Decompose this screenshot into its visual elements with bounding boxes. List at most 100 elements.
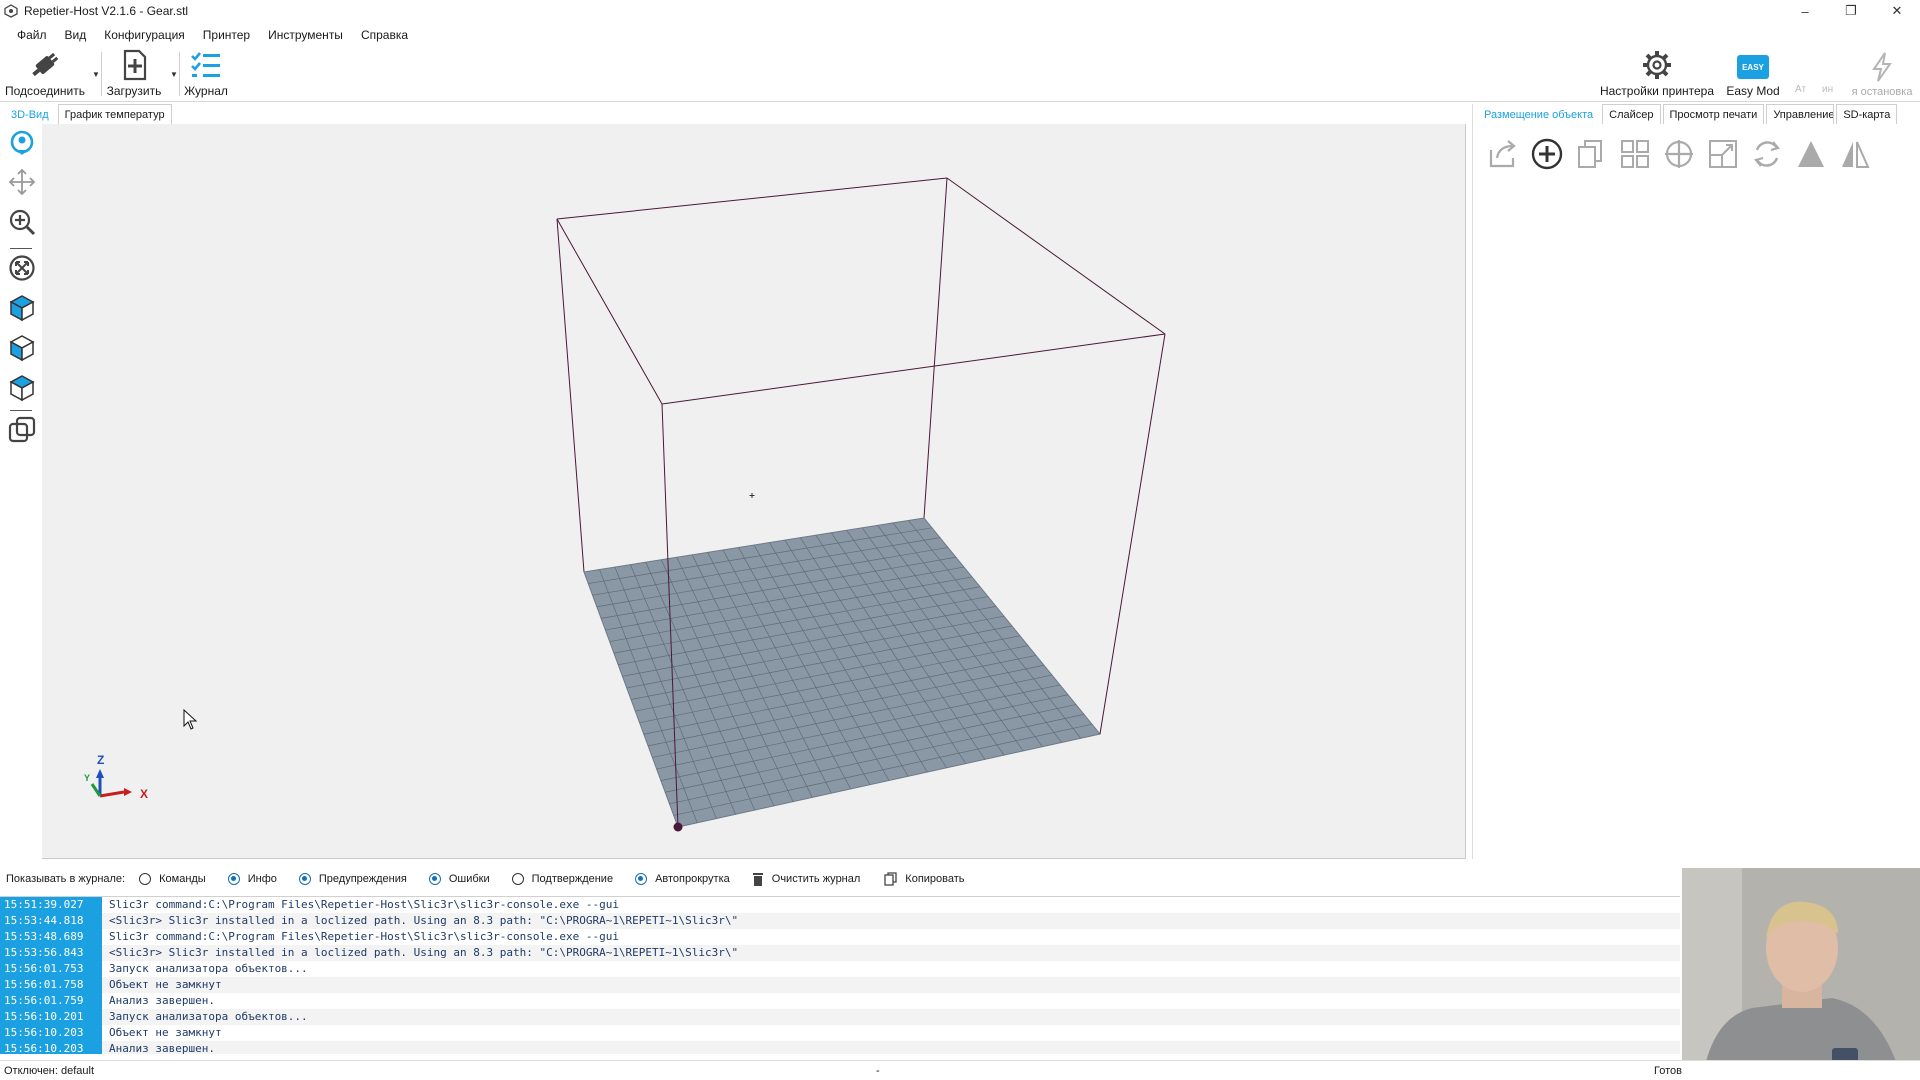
isometric-view-button[interactable] bbox=[6, 292, 38, 324]
move-view-button[interactable] bbox=[6, 166, 38, 198]
grid-icon bbox=[1621, 140, 1649, 168]
scale-icon bbox=[1709, 140, 1737, 168]
log-label: Журнал bbox=[184, 84, 228, 98]
rotate-arrows-icon bbox=[1754, 141, 1780, 167]
filter-errors[interactable]: Ошибки bbox=[428, 873, 490, 885]
status-middle: - bbox=[876, 1064, 880, 1077]
clear-log-button[interactable]: Очистить журнал bbox=[752, 872, 860, 886]
rotate-object-button[interactable] bbox=[1745, 132, 1789, 176]
connect-dropdown[interactable]: ▼ bbox=[92, 70, 100, 79]
filter-errors-toggle[interactable] bbox=[428, 873, 441, 885]
fit-view-button[interactable] bbox=[6, 252, 38, 284]
list-icon bbox=[191, 52, 220, 77]
printer-settings-button[interactable]: Настройки принтера bbox=[1598, 46, 1716, 102]
log-time: 15:56:01.758 bbox=[0, 977, 102, 993]
add-object-button[interactable] bbox=[1525, 132, 1569, 176]
restore-button[interactable]: ❐ bbox=[1828, 0, 1874, 22]
log-message: Запуск анализатора объектов... bbox=[109, 1010, 308, 1023]
log-row: 15:56:10.203 Объект не замкнут bbox=[0, 1025, 1680, 1041]
menu-file[interactable]: Файл bbox=[8, 28, 56, 42]
tab-manual-control[interactable]: Управление bbox=[1766, 104, 1835, 124]
scale-object-button[interactable] bbox=[1701, 132, 1745, 176]
tab-sd-card[interactable]: SD-карта bbox=[1836, 104, 1898, 124]
printer-settings-label: Настройки принтера bbox=[1599, 84, 1715, 98]
close-button[interactable]: ✕ bbox=[1874, 0, 1920, 22]
menu-help[interactable]: Справка bbox=[352, 28, 417, 42]
cut-object-button[interactable] bbox=[1789, 132, 1833, 176]
tab-slicer[interactable]: Слайсер bbox=[1602, 104, 1661, 124]
zoom-icon bbox=[9, 209, 36, 236]
mirror-object-button[interactable] bbox=[1833, 132, 1877, 176]
filter-commands-toggle[interactable] bbox=[139, 873, 152, 885]
right-tabs: Размещение объекта Слайсер Просмотр печа… bbox=[1477, 104, 1899, 124]
view-tabs: 3D-Вид График температур bbox=[4, 104, 174, 124]
copy-icon bbox=[1578, 140, 1602, 168]
app-icon bbox=[4, 4, 18, 18]
file-add-icon bbox=[123, 49, 147, 81]
svg-text:Y: Y bbox=[84, 773, 90, 783]
menu-printer[interactable]: Принтер bbox=[194, 28, 259, 42]
mouse-cursor bbox=[183, 708, 198, 730]
right-panel: Размещение объекта Слайсер Просмотр печа… bbox=[1472, 104, 1920, 859]
log-row: 15:53:48.689 Slic3r command:C:\Program Fi… bbox=[0, 929, 1680, 945]
toggle-objects-button[interactable] bbox=[6, 414, 38, 446]
easy-mode-button[interactable]: EASY Easy Mod bbox=[1722, 46, 1784, 102]
filter-commands[interactable]: Команды bbox=[139, 873, 206, 885]
lightning-icon bbox=[1872, 52, 1892, 82]
load-dropdown[interactable]: ▼ bbox=[170, 70, 178, 79]
filter-acknowledgements[interactable]: Подтверждение bbox=[511, 873, 613, 885]
filter-info-toggle[interactable] bbox=[227, 873, 240, 885]
menu-tools[interactable]: Инструменты bbox=[259, 28, 352, 42]
connect-button[interactable]: Подсоединить bbox=[4, 46, 86, 102]
center-object-button[interactable] bbox=[1657, 132, 1701, 176]
log-time: 15:56:01.753 bbox=[0, 961, 102, 977]
faded-label-b: ин bbox=[1822, 84, 1834, 95]
filter-autoscroll[interactable]: Автопрокрутка bbox=[635, 873, 730, 885]
autoscroll-toggle[interactable] bbox=[635, 873, 648, 885]
log-time: 15:53:48.689 bbox=[0, 929, 102, 945]
rotate-view-button[interactable] bbox=[6, 126, 38, 158]
toolbar-divider bbox=[101, 52, 102, 96]
log-filter-bar: Показывать в журнале: Команды Инфо Преду… bbox=[0, 862, 1680, 896]
mirror-icon bbox=[1842, 141, 1870, 168]
log-time: 15:56:10.203 bbox=[0, 1041, 102, 1054]
menu-view[interactable]: Вид bbox=[56, 28, 96, 42]
filter-warnings-toggle[interactable] bbox=[298, 873, 311, 885]
svg-text:X: X bbox=[140, 787, 148, 801]
log-row: 15:51:39.027 Slic3r command:C:\Program Fi… bbox=[0, 897, 1680, 913]
log-message: <Slic3r> Slic3r installed in a loclized … bbox=[109, 914, 739, 927]
log-time: 15:56:10.203 bbox=[0, 1025, 102, 1041]
crosshair-icon bbox=[1665, 140, 1693, 168]
copy-object-button[interactable] bbox=[1569, 132, 1613, 176]
tab-object-placement[interactable]: Размещение объекта bbox=[1477, 104, 1601, 124]
triangle-icon bbox=[1798, 141, 1824, 167]
top-view-button[interactable] bbox=[6, 372, 38, 404]
log-time: 15:53:44.818 bbox=[0, 913, 102, 929]
load-label: Загрузить bbox=[106, 84, 162, 98]
cube-front-icon bbox=[9, 335, 35, 362]
export-object-button[interactable] bbox=[1481, 132, 1525, 176]
copy-icon bbox=[884, 872, 897, 886]
load-button[interactable]: Загрузить bbox=[104, 46, 164, 102]
view-tools bbox=[0, 124, 42, 859]
log-button[interactable]: Журнал bbox=[180, 46, 232, 102]
minimize-button[interactable]: – bbox=[1782, 0, 1828, 22]
front-view-button[interactable] bbox=[6, 332, 38, 364]
log-message: Объект не замкнут bbox=[109, 978, 222, 991]
filter-warnings[interactable]: Предупреждения bbox=[298, 873, 407, 885]
copy-log-button[interactable]: Копировать bbox=[884, 872, 965, 886]
log-list[interactable]: 15:51:39.027 Slic3r command:C:\Program Fi… bbox=[0, 896, 1680, 1054]
move-arrows-icon bbox=[8, 168, 36, 196]
tab-3d-view[interactable]: 3D-Вид bbox=[4, 104, 56, 124]
emergency-stop-button[interactable]: я остановка bbox=[1844, 46, 1920, 102]
layers-icon bbox=[8, 416, 36, 443]
emergency-stop-label: я остановка bbox=[1851, 86, 1913, 98]
filter-info[interactable]: Инфо bbox=[227, 873, 277, 885]
filter-ack-toggle[interactable] bbox=[511, 873, 524, 885]
autoposition-button[interactable] bbox=[1613, 132, 1657, 176]
tab-print-preview[interactable]: Просмотр печати bbox=[1662, 104, 1765, 124]
menu-config[interactable]: Конфигурация bbox=[95, 28, 194, 42]
zoom-view-button[interactable] bbox=[6, 206, 38, 238]
tab-temperature-graph[interactable]: График температур bbox=[57, 104, 172, 124]
3d-viewport[interactable]: Z X Y bbox=[42, 124, 1466, 859]
